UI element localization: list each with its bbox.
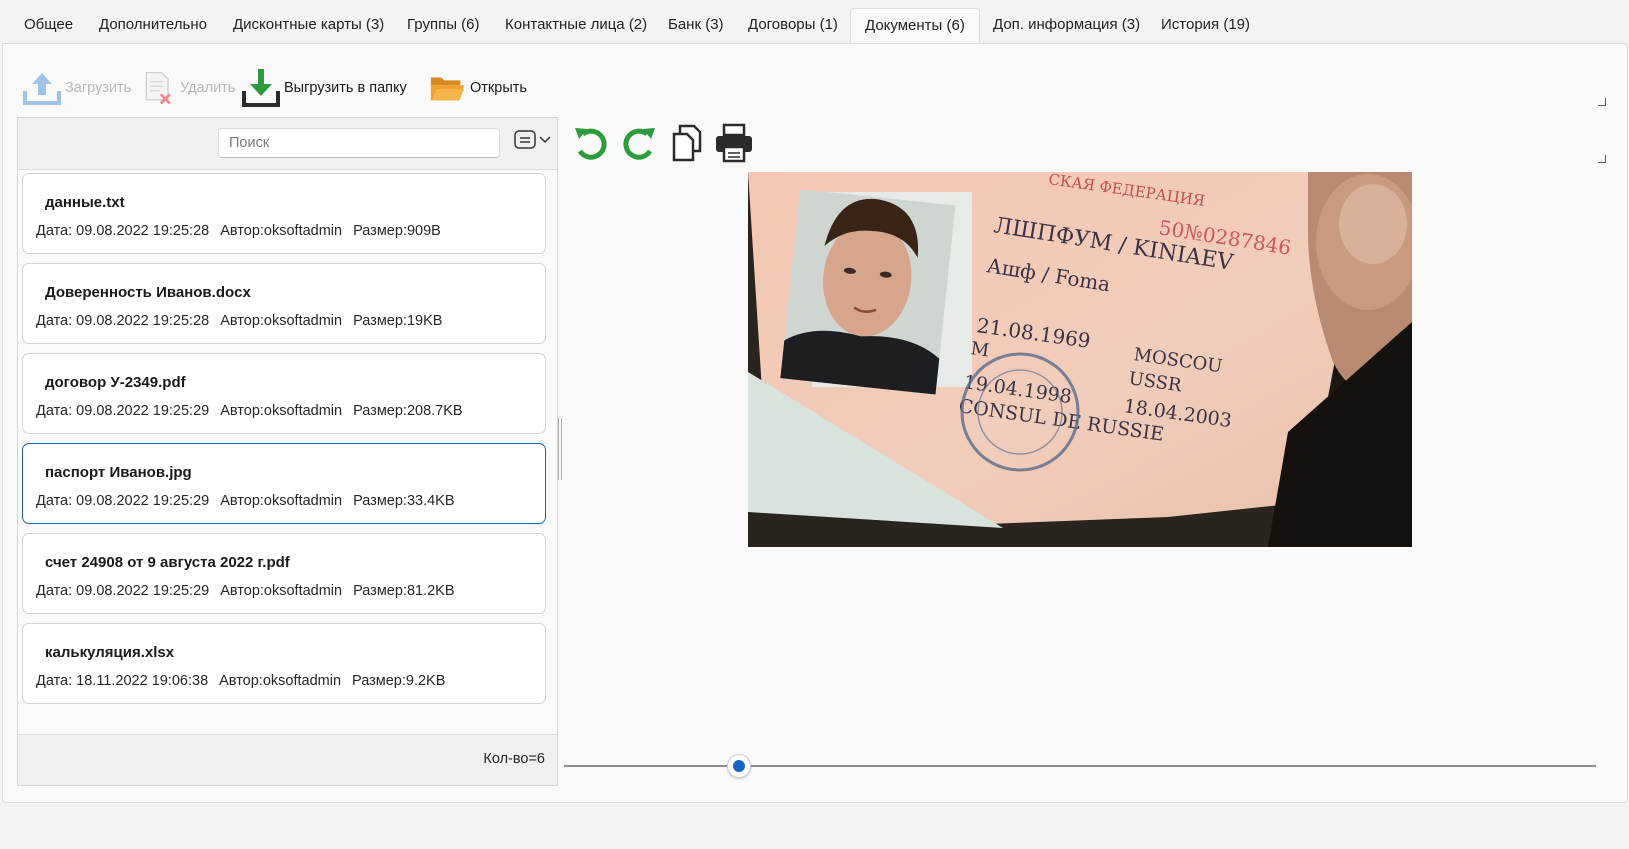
document-size: Размер:19KB xyxy=(353,313,443,329)
document-size: Размер:9.2KB xyxy=(352,673,446,689)
document-item-selected[interactable]: паспорт Иванов.jpg Дата: 09.08.2022 19:2… xyxy=(22,443,546,524)
document-preview-image: СКАЯ ФЕДЕРАЦИЯ ЛШПФУМ / KINIAEV 50№02878… xyxy=(748,172,1412,547)
document-date: Дата: 18.11.2022 19:06:38 xyxy=(36,673,209,689)
document-date: Дата: 09.08.2022 19:25:29 xyxy=(36,403,210,419)
tab-contacts[interactable]: Контактные лица (2) xyxy=(491,8,661,44)
document-item[interactable]: данные.txt Дата: 09.08.2022 19:25:28 Авто… xyxy=(22,173,546,254)
print-icon[interactable] xyxy=(714,123,754,163)
document-date: Дата: 09.08.2022 19:25:29 xyxy=(36,493,210,509)
document-size: Размер:909B xyxy=(353,223,441,239)
document-meta: Дата: 18.11.2022 19:06:38 Автор:oksoftadm… xyxy=(36,673,456,689)
export-to-folder-button[interactable]: Выгрузить в папку xyxy=(240,66,407,110)
list-footer: Кол-во=6 xyxy=(18,734,557,785)
upload-button[interactable]: Загрузить xyxy=(21,66,131,110)
tab-extra-info[interactable]: Доп. информация (3) xyxy=(979,8,1154,44)
document-meta: Дата: 09.08.2022 19:25:28 Автор:oksoftadm… xyxy=(36,313,453,329)
delete-label: Удалить xyxy=(180,80,236,96)
upload-label: Загрузить xyxy=(65,80,132,96)
document-list-pane: данные.txt Дата: 09.08.2022 19:25:28 Авто… xyxy=(17,117,558,786)
tab-history[interactable]: История (19) xyxy=(1147,8,1264,44)
tab-contracts[interactable]: Договоры (1) xyxy=(734,8,852,44)
document-name: паспорт Иванов.jpg xyxy=(45,464,192,481)
passport-sex-text: M xyxy=(969,338,990,361)
document-author: Автор:oksoftadmin xyxy=(220,313,343,329)
document-name: Доверенность Иванов.docx xyxy=(45,284,251,301)
document-author: Автор:oksoftadmin xyxy=(219,673,342,689)
tab-documents[interactable]: Документы (6) xyxy=(850,8,980,44)
document-item[interactable]: калькуляция.xlsx Дата: 18.11.2022 19:06:… xyxy=(22,623,546,704)
document-date: Дата: 09.08.2022 19:25:28 xyxy=(36,223,210,239)
search-input[interactable] xyxy=(218,128,500,158)
document-size: Размер:81.2KB xyxy=(353,583,455,599)
document-date: Дата: 09.08.2022 19:25:28 xyxy=(36,313,210,329)
delete-button[interactable]: Удалить xyxy=(140,66,235,110)
document-name: калькуляция.xlsx xyxy=(45,644,175,661)
document-meta: Дата: 09.08.2022 19:25:28 Автор:oksoftadm… xyxy=(36,223,452,239)
tab-groups[interactable]: Группы (6) xyxy=(393,8,493,44)
open-button[interactable]: Открыть xyxy=(428,66,527,110)
tab-bar: Общее Дополнительно Дисконтные карты (3)… xyxy=(0,0,1629,44)
document-count: Кол-во=6 xyxy=(483,751,545,767)
tab-additional[interactable]: Дополнительно xyxy=(85,8,221,44)
document-item[interactable]: договор У-2349.pdf Дата: 09.08.2022 19:2… xyxy=(22,353,546,434)
tab-general[interactable]: Общее xyxy=(10,8,87,44)
view-mode-dropdown-icon[interactable] xyxy=(514,128,554,154)
document-size: Размер:33.4KB xyxy=(353,493,455,509)
document-name: счет 24908 от 9 августа 2022 г.pdf xyxy=(45,554,290,571)
pane-splitter[interactable] xyxy=(558,418,562,480)
document-date: Дата: 09.08.2022 19:25:29 xyxy=(36,583,210,599)
copy-icon[interactable] xyxy=(667,123,707,163)
rotate-left-icon[interactable] xyxy=(571,123,611,163)
document-author: Автор:oksoftadmin xyxy=(220,493,343,509)
document-author: Автор:oksoftadmin xyxy=(220,223,343,239)
zoom-slider-track[interactable] xyxy=(564,765,1596,767)
open-label: Открыть xyxy=(470,80,527,96)
list-header xyxy=(18,118,557,170)
document-item[interactable]: Доверенность Иванов.docx Дата: 09.08.202… xyxy=(22,263,546,344)
document-name: договор У-2349.pdf xyxy=(45,374,186,391)
rotate-right-icon[interactable] xyxy=(619,123,659,163)
download-icon xyxy=(242,69,280,107)
tab-discount-cards[interactable]: Дисконтные карты (3) xyxy=(219,8,398,44)
resize-corner xyxy=(1598,98,1606,106)
document-item[interactable]: счет 24908 от 9 августа 2022 г.pdf Дата:… xyxy=(22,533,546,614)
document-meta: Дата: 09.08.2022 19:25:29 Автор:oksoftadm… xyxy=(36,403,474,419)
document-author: Автор:oksoftadmin xyxy=(220,583,343,599)
resize-corner xyxy=(1598,155,1606,163)
export-label: Выгрузить в папку xyxy=(284,80,407,96)
document-meta: Дата: 09.08.2022 19:25:29 Автор:oksoftadm… xyxy=(36,583,466,599)
document-author: Автор:oksoftadmin xyxy=(220,403,343,419)
document-name: данные.txt xyxy=(45,194,125,211)
document-meta: Дата: 09.08.2022 19:25:29 Автор:oksoftadm… xyxy=(36,493,466,509)
document-size: Размер:208.7KB xyxy=(353,403,463,419)
folder-open-icon xyxy=(430,77,465,101)
upload-icon xyxy=(23,73,61,105)
delete-file-icon xyxy=(145,71,171,105)
tab-bank[interactable]: Банк (3) xyxy=(654,8,738,44)
